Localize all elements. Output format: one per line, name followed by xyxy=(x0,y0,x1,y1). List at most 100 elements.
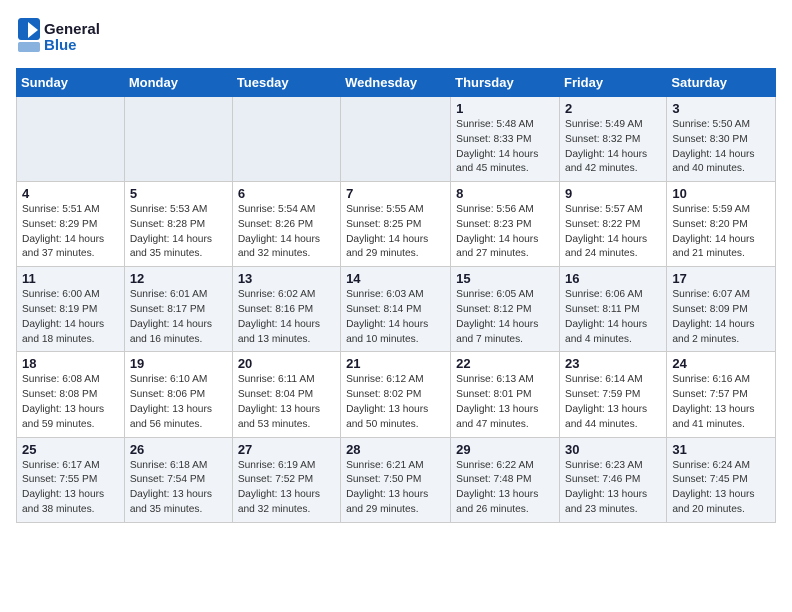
day-number: 9 xyxy=(565,186,661,201)
day-number: 18 xyxy=(22,356,119,371)
calendar-cell: 1 Sunrise: 5:48 AMSunset: 8:33 PMDaylight… xyxy=(451,97,560,182)
calendar-cell: 28 Sunrise: 6:21 AMSunset: 7:50 PMDayligh… xyxy=(341,437,451,522)
weekday-header-saturday: Saturday xyxy=(667,69,776,97)
calendar-cell: 27 Sunrise: 6:19 AMSunset: 7:52 PMDayligh… xyxy=(232,437,340,522)
day-info: Sunrise: 6:19 AMSunset: 7:52 PMDaylight:… xyxy=(238,459,335,518)
day-info: Sunrise: 5:50 AMSunset: 8:30 PMDaylight:… xyxy=(672,118,770,177)
calendar-cell: 15Sunrise: 6:05 AMSunset: 8:12 PMDayligh… xyxy=(451,267,560,352)
logo: General Blue xyxy=(16,16,106,56)
svg-text:Blue: Blue xyxy=(44,37,77,54)
day-info: Sunrise: 5:57 AMSunset: 8:22 PMDaylight:… xyxy=(565,203,661,262)
calendar-cell: 23 Sunrise: 6:14 AMSunset: 7:59 PMDayligh… xyxy=(560,352,667,437)
logo-svg: General Blue xyxy=(16,16,106,56)
calendar-cell: 7 Sunrise: 5:55 AMSunset: 8:25 PMDaylight… xyxy=(341,182,451,267)
weekday-header-friday: Friday xyxy=(560,69,667,97)
calendar-cell: 22 Sunrise: 6:13 AMSunset: 8:01 PMDayligh… xyxy=(451,352,560,437)
weekday-header-row: SundayMondayTuesdayWednesdayThursdayFrid… xyxy=(17,69,776,97)
day-number: 25 xyxy=(22,442,119,457)
calendar-cell: 25 Sunrise: 6:17 AMSunset: 7:55 PMDayligh… xyxy=(17,437,125,522)
weekday-header-tuesday: Tuesday xyxy=(232,69,340,97)
day-info: Sunrise: 6:11 AMSunset: 8:04 PMDaylight:… xyxy=(238,373,335,432)
day-number: 16 xyxy=(565,271,661,286)
calendar-cell: 24 Sunrise: 6:16 AMSunset: 7:57 PMDayligh… xyxy=(667,352,776,437)
day-number: 6 xyxy=(238,186,335,201)
day-info: Sunrise: 6:08 AMSunset: 8:08 PMDaylight:… xyxy=(22,373,119,432)
calendar-week-row: 11 Sunrise: 6:00 AMSunset: 8:19 PMDayligh… xyxy=(17,267,776,352)
day-info: Sunrise: 6:14 AMSunset: 7:59 PMDaylight:… xyxy=(565,373,661,432)
day-info: Sunrise: 6:17 AMSunset: 7:55 PMDaylight:… xyxy=(22,459,119,518)
day-info: Sunrise: 6:18 AMSunset: 7:54 PMDaylight:… xyxy=(130,459,227,518)
day-number: 24 xyxy=(672,356,770,371)
day-number: 13 xyxy=(238,271,335,286)
day-number: 17 xyxy=(672,271,770,286)
day-number: 1 xyxy=(456,101,554,116)
day-number: 2 xyxy=(565,101,661,116)
day-number: 4 xyxy=(22,186,119,201)
day-number: 19 xyxy=(130,356,227,371)
calendar-week-row: 4 Sunrise: 5:51 AMSunset: 8:29 PMDaylight… xyxy=(17,182,776,267)
day-info: Sunrise: 6:02 AMSunset: 8:16 PMDaylight:… xyxy=(238,288,335,347)
day-info: Sunrise: 6:24 AMSunset: 7:45 PMDaylight:… xyxy=(672,459,770,518)
calendar-cell: 16 Sunrise: 6:06 AMSunset: 8:11 PMDayligh… xyxy=(560,267,667,352)
calendar-week-row: 18 Sunrise: 6:08 AMSunset: 8:08 PMDayligh… xyxy=(17,352,776,437)
day-info: Sunrise: 5:55 AMSunset: 8:25 PMDaylight:… xyxy=(346,203,445,262)
day-info: Sunrise: 5:48 AMSunset: 8:33 PMDaylight:… xyxy=(456,118,554,177)
calendar-cell: 2Sunrise: 5:49 AMSunset: 8:32 PMDaylight… xyxy=(560,97,667,182)
day-number: 8 xyxy=(456,186,554,201)
day-info: Sunrise: 5:56 AMSunset: 8:23 PMDaylight:… xyxy=(456,203,554,262)
weekday-header-thursday: Thursday xyxy=(451,69,560,97)
day-number: 3 xyxy=(672,101,770,116)
calendar-cell: 6 Sunrise: 5:54 AMSunset: 8:26 PMDaylight… xyxy=(232,182,340,267)
calendar-cell xyxy=(17,97,125,182)
day-number: 12 xyxy=(130,271,227,286)
day-number: 7 xyxy=(346,186,445,201)
day-info: Sunrise: 6:05 AMSunset: 8:12 PMDaylight:… xyxy=(456,288,554,347)
calendar-cell: 12Sunrise: 6:01 AMSunset: 8:17 PMDayligh… xyxy=(124,267,232,352)
day-number: 23 xyxy=(565,356,661,371)
day-info: Sunrise: 5:51 AMSunset: 8:29 PMDaylight:… xyxy=(22,203,119,262)
calendar-cell: 31 Sunrise: 6:24 AMSunset: 7:45 PMDayligh… xyxy=(667,437,776,522)
calendar-cell: 18 Sunrise: 6:08 AMSunset: 8:08 PMDayligh… xyxy=(17,352,125,437)
calendar-cell: 10Sunrise: 5:59 AMSunset: 8:20 PMDayligh… xyxy=(667,182,776,267)
calendar-cell: 8 Sunrise: 5:56 AMSunset: 8:23 PMDaylight… xyxy=(451,182,560,267)
calendar-cell: 5 Sunrise: 5:53 AMSunset: 8:28 PMDaylight… xyxy=(124,182,232,267)
calendar-cell: 20Sunrise: 6:11 AMSunset: 8:04 PMDayligh… xyxy=(232,352,340,437)
day-number: 29 xyxy=(456,442,554,457)
day-number: 10 xyxy=(672,186,770,201)
day-info: Sunrise: 6:16 AMSunset: 7:57 PMDaylight:… xyxy=(672,373,770,432)
day-number: 31 xyxy=(672,442,770,457)
day-number: 27 xyxy=(238,442,335,457)
day-info: Sunrise: 6:13 AMSunset: 8:01 PMDaylight:… xyxy=(456,373,554,432)
calendar-cell: 19 Sunrise: 6:10 AMSunset: 8:06 PMDayligh… xyxy=(124,352,232,437)
calendar-cell: 30Sunrise: 6:23 AMSunset: 7:46 PMDayligh… xyxy=(560,437,667,522)
day-info: Sunrise: 6:21 AMSunset: 7:50 PMDaylight:… xyxy=(346,459,445,518)
day-number: 28 xyxy=(346,442,445,457)
calendar-cell: 17 Sunrise: 6:07 AMSunset: 8:09 PMDayligh… xyxy=(667,267,776,352)
day-info: Sunrise: 6:06 AMSunset: 8:11 PMDaylight:… xyxy=(565,288,661,347)
day-info: Sunrise: 6:07 AMSunset: 8:09 PMDaylight:… xyxy=(672,288,770,347)
day-number: 22 xyxy=(456,356,554,371)
day-number: 21 xyxy=(346,356,445,371)
day-info: Sunrise: 6:00 AMSunset: 8:19 PMDaylight:… xyxy=(22,288,119,347)
day-number: 30 xyxy=(565,442,661,457)
svg-text:General: General xyxy=(44,21,100,38)
calendar-cell: 21 Sunrise: 6:12 AMSunset: 8:02 PMDayligh… xyxy=(341,352,451,437)
day-number: 11 xyxy=(22,271,119,286)
calendar-cell: 11 Sunrise: 6:00 AMSunset: 8:19 PMDayligh… xyxy=(17,267,125,352)
calendar-cell: 29Sunrise: 6:22 AMSunset: 7:48 PMDayligh… xyxy=(451,437,560,522)
calendar-cell: 4 Sunrise: 5:51 AMSunset: 8:29 PMDaylight… xyxy=(17,182,125,267)
day-number: 14 xyxy=(346,271,445,286)
day-info: Sunrise: 6:12 AMSunset: 8:02 PMDaylight:… xyxy=(346,373,445,432)
day-number: 26 xyxy=(130,442,227,457)
header: General Blue xyxy=(16,16,776,56)
day-info: Sunrise: 6:10 AMSunset: 8:06 PMDaylight:… xyxy=(130,373,227,432)
weekday-header-sunday: Sunday xyxy=(17,69,125,97)
day-info: Sunrise: 6:03 AMSunset: 8:14 PMDaylight:… xyxy=(346,288,445,347)
day-info: Sunrise: 5:54 AMSunset: 8:26 PMDaylight:… xyxy=(238,203,335,262)
day-info: Sunrise: 5:53 AMSunset: 8:28 PMDaylight:… xyxy=(130,203,227,262)
calendar-cell xyxy=(124,97,232,182)
calendar-cell xyxy=(232,97,340,182)
calendar-table: SundayMondayTuesdayWednesdayThursdayFrid… xyxy=(16,68,776,523)
calendar-cell: 14 Sunrise: 6:03 AMSunset: 8:14 PMDayligh… xyxy=(341,267,451,352)
day-number: 5 xyxy=(130,186,227,201)
